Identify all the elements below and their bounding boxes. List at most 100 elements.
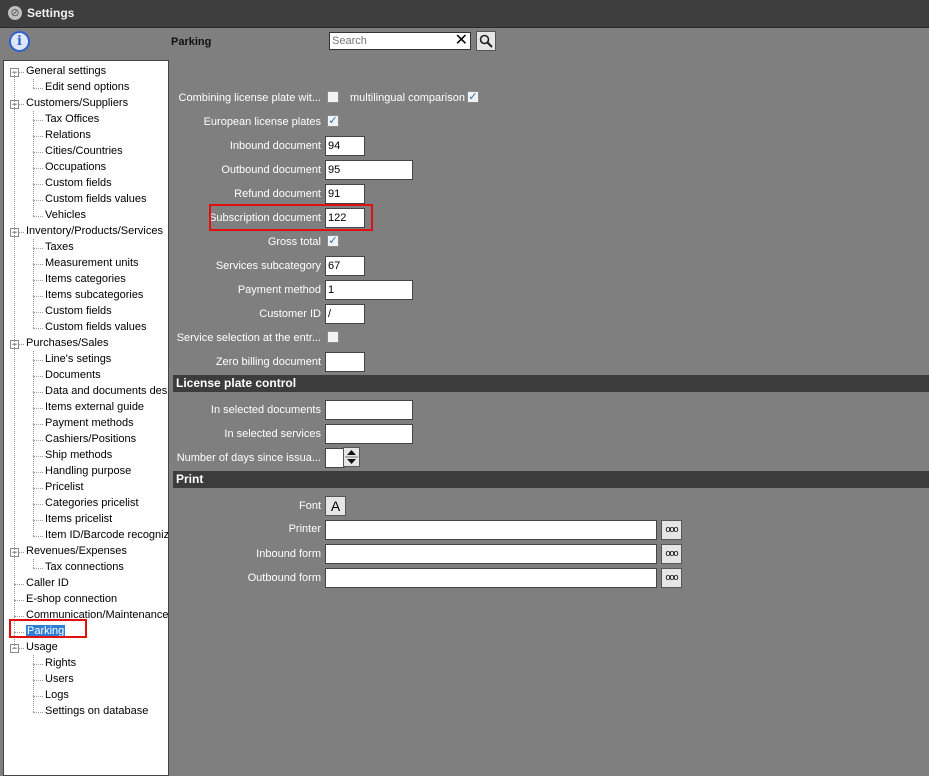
tree-item[interactable]: Cashiers/Positions	[45, 433, 136, 446]
tree-connector	[33, 120, 43, 121]
search-box[interactable]: ✕	[329, 32, 471, 50]
tree-connector	[33, 664, 43, 665]
tree-item[interactable]: Revenues/Expenses	[26, 545, 127, 558]
tree-item[interactable]: General settings	[26, 65, 106, 78]
tree-item[interactable]: Custom fields	[45, 177, 112, 190]
tree-item[interactable]: Line's setings	[45, 353, 111, 366]
selected-documents-input[interactable]	[325, 400, 413, 420]
zero-billing-label: Zero billing document	[215, 356, 321, 368]
tree-item[interactable]: Taxes	[45, 241, 74, 254]
tree-item[interactable]: Settings on database	[45, 705, 148, 718]
days-spinner[interactable]	[343, 447, 360, 467]
tree-item-label: Data and documents desi	[45, 385, 169, 397]
tree-item[interactable]: Users	[45, 673, 74, 686]
outbound-document-input[interactable]: 95	[325, 160, 413, 180]
tree-item[interactable]: Ship methods	[45, 449, 112, 462]
tree-connector	[14, 600, 24, 601]
zero-billing-input[interactable]	[325, 352, 365, 372]
customer-id-input[interactable]: /	[325, 304, 365, 324]
tree-item[interactable]: Items pricelist	[45, 513, 112, 526]
tree-item[interactable]: Data and documents desi	[45, 385, 169, 398]
search-input[interactable]	[330, 33, 447, 48]
tree-item-label: Items categories	[45, 273, 126, 285]
tree-item[interactable]: Custom fields	[45, 305, 112, 318]
tree-item-label: Pricelist	[45, 481, 84, 493]
tree-connector	[33, 408, 43, 409]
tree-item[interactable]: Payment methods	[45, 417, 134, 430]
outbound-form-browse-button[interactable]: ooo	[661, 568, 682, 588]
european-checkbox[interactable]: ✓	[327, 115, 339, 127]
tree-connector	[14, 616, 24, 617]
tree-connector	[33, 264, 43, 265]
tree-item[interactable]: Vehicles	[45, 209, 86, 222]
selected-services-input[interactable]	[325, 424, 413, 444]
tree-item[interactable]: Caller ID	[26, 577, 69, 590]
tree-item[interactable]: Customers/Suppliers	[26, 97, 128, 110]
font-button[interactable]: A	[325, 496, 346, 516]
tree-item[interactable]: Items subcategories	[45, 289, 143, 302]
inbound-document-input[interactable]: 94	[325, 136, 365, 156]
tree-item[interactable]: Categories pricelist	[45, 497, 139, 510]
tree-item[interactable]: Logs	[45, 689, 69, 702]
inbound-document-label: Inbound document	[229, 140, 321, 152]
services-subcategory-input[interactable]: 67	[325, 256, 365, 276]
tree-item-label: Cashiers/Positions	[45, 433, 137, 445]
tree-item[interactable]: Items categories	[45, 273, 126, 286]
outbound-form-label: Outbound form	[247, 572, 321, 584]
refund-document-input[interactable]: 91	[325, 184, 365, 204]
tree-item-label: Items pricelist	[45, 513, 113, 525]
tree-item[interactable]: Inventory/Products/Services	[26, 225, 163, 238]
service-selection-checkbox[interactable]	[327, 331, 339, 343]
tree-item[interactable]: Documents	[45, 369, 101, 382]
printer-input[interactable]	[325, 520, 657, 540]
days-since-issue-input[interactable]	[325, 448, 345, 468]
tree-item[interactable]: Usage	[26, 641, 58, 654]
tree-item[interactable]: Custom fields values	[45, 321, 147, 334]
tree-item[interactable]: Occupations	[45, 161, 106, 174]
highlight-box-parking	[9, 619, 87, 638]
payment-method-input[interactable]: 1	[325, 280, 413, 300]
tree-item-label: Payment methods	[45, 417, 134, 429]
outbound-form-input[interactable]	[325, 568, 657, 588]
search-button[interactable]	[476, 31, 496, 51]
printer-browse-button[interactable]: ooo	[661, 520, 682, 540]
selected-services-label: In selected services	[224, 428, 321, 440]
tree-connector	[33, 536, 43, 537]
tree-item[interactable]: Items external guide	[45, 401, 144, 414]
gross-total-checkbox[interactable]: ✓	[327, 235, 339, 247]
tree-item[interactable]: Purchases/Sales	[26, 337, 109, 350]
days-since-issue-label: Number of days since issua...	[176, 452, 321, 464]
multilingual-checkbox[interactable]: ✓	[467, 91, 479, 103]
tree-item[interactable]: Handling purpose	[45, 465, 131, 478]
european-label: European license plates	[203, 116, 321, 128]
tree-item-label: Tax Offices	[45, 113, 100, 125]
inbound-form-browse-button[interactable]: ooo	[661, 544, 682, 564]
tree-item[interactable]: Item ID/Barcode recognize	[45, 529, 168, 542]
tree-item[interactable]: Measurement units	[45, 257, 139, 270]
tree-item[interactable]: Pricelist	[45, 481, 84, 494]
tree-item[interactable]: Tax Offices	[45, 113, 99, 126]
tree-item[interactable]: Tax connections	[45, 561, 124, 574]
combining-checkbox[interactable]	[327, 91, 339, 103]
tree-item-label: Custom fields	[45, 177, 112, 189]
tree-item[interactable]: Edit send options	[45, 81, 129, 94]
tree-item-label: Occupations	[45, 161, 107, 173]
inbound-form-input[interactable]	[325, 544, 657, 564]
tree-branch-line	[33, 559, 34, 568]
tree-connector	[33, 392, 43, 393]
tree-item-label: Logs	[45, 689, 69, 701]
tree-item[interactable]: Rights	[45, 657, 76, 670]
tree-item[interactable]: Cities/Countries	[45, 145, 123, 158]
tree-trunk-line	[14, 72, 15, 648]
tree-item[interactable]: Relations	[45, 129, 91, 142]
tree-item[interactable]: E-shop connection	[26, 593, 117, 606]
tree-item[interactable]: Custom fields values	[45, 193, 147, 206]
tree-item-label: Documents	[45, 369, 101, 381]
tree-item-label: Customers/Suppliers	[26, 97, 129, 109]
clear-search-icon[interactable]: ✕	[455, 33, 468, 49]
tree-item-label: Inventory/Products/Services	[26, 225, 163, 237]
title-bar: ⊘ Settings	[0, 0, 929, 28]
info-icon[interactable]: i	[9, 31, 30, 52]
refund-document-label: Refund document	[234, 188, 321, 200]
settings-tree[interactable]: General settings − Edit send options Custom…	[3, 60, 169, 776]
